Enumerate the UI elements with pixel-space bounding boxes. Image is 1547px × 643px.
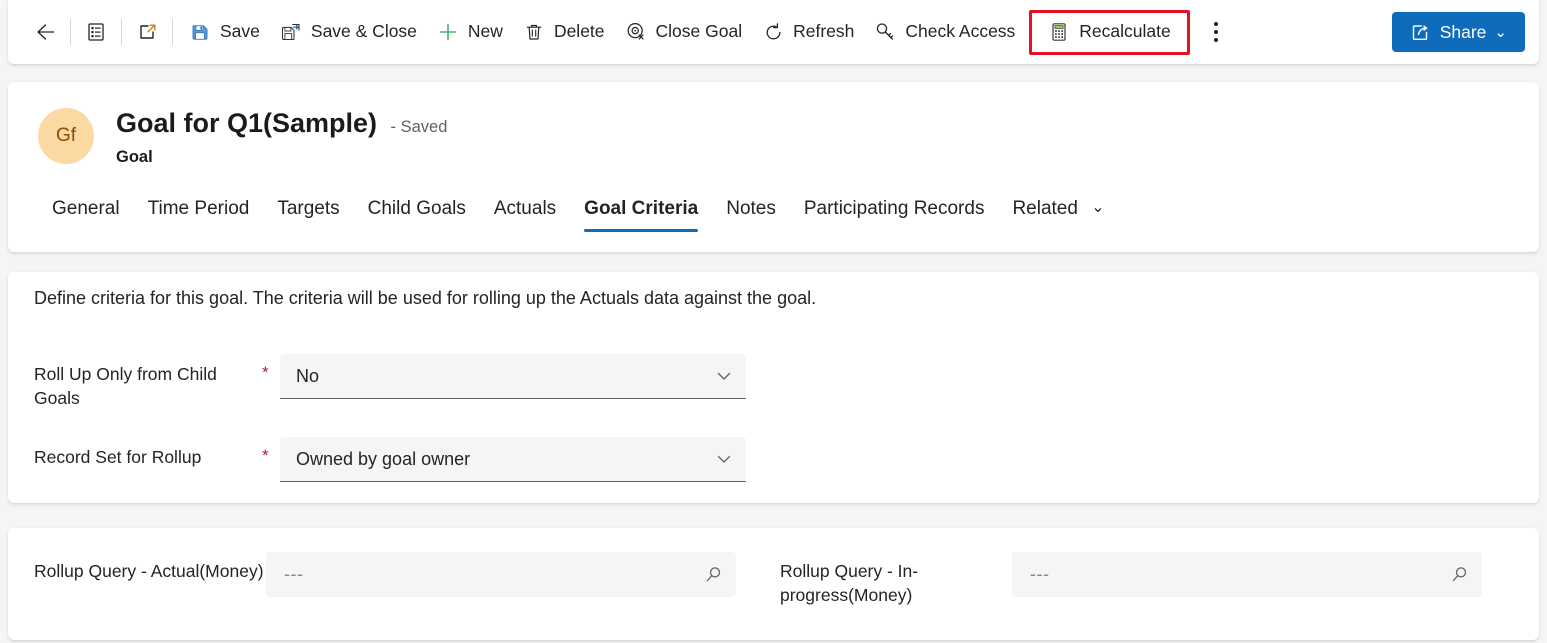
check-access-button-label: Check Access (905, 21, 1016, 42)
tab-label: Time Period (147, 198, 250, 219)
record-title-block: Goal for Q1(Sample) - Saved Goal (116, 108, 447, 167)
record-set-dropdown[interactable]: Owned by goal owner (280, 437, 746, 482)
tab-label: Actuals (493, 198, 557, 219)
toolbar-separator (121, 19, 122, 45)
tab-related[interactable]: Related ⌄ (998, 194, 1118, 232)
back-arrow-icon (34, 21, 56, 43)
key-icon (874, 21, 896, 43)
refresh-button-label: Refresh (793, 21, 855, 42)
lookup-value: --- (1030, 564, 1050, 584)
form-selector-button[interactable] (77, 12, 115, 52)
dropdown-value: Owned by goal owner (296, 448, 471, 469)
save-and-close-button[interactable]: Save & Close (270, 12, 427, 52)
field-label: Rollup Query - In-progress(Money) (780, 561, 919, 605)
delete-button[interactable]: Delete (513, 12, 615, 52)
app-page: Save Save & Close New Delete Close Goal … (0, 0, 1547, 643)
back-button[interactable] (26, 12, 64, 52)
save-button[interactable]: Save (179, 12, 270, 52)
field-roll-up-only-from-child-goals: Roll Up Only from Child Goals * No (34, 354, 746, 410)
refresh-icon (762, 21, 784, 43)
tab-label: Child Goals (367, 198, 466, 219)
popout-button[interactable] (128, 12, 166, 52)
record-header: Gf Goal for Q1(Sample) - Saved Goal (8, 82, 1539, 167)
field-rollup-query-actual: Rollup Query - Actual(Money) --- (34, 552, 736, 597)
entity-name-label: Goal (116, 147, 153, 166)
save-and-close-icon (280, 21, 302, 43)
field-rollup-query-in-progress: Rollup Query - In-progress(Money) --- (780, 552, 1482, 607)
plus-icon (437, 21, 459, 43)
tab-label: Notes (726, 198, 776, 219)
chevron-down-icon (714, 366, 734, 386)
field-label: Rollup Query - Actual(Money) (34, 561, 264, 581)
form-tab-list: General Time Period Targets Child Goals … (38, 194, 1119, 232)
save-icon (189, 21, 211, 43)
popout-icon (136, 21, 158, 43)
chevron-down-icon: ⌄ (1494, 23, 1507, 41)
tab-participating-records[interactable]: Participating Records (790, 194, 999, 232)
share-button[interactable]: Share ⌄ (1391, 12, 1525, 52)
rollup-query-section: Rollup Query - Actual(Money) --- Rollup … (8, 528, 1539, 640)
page-title: Goal for Q1(Sample) (116, 108, 378, 138)
toolbar-separator (70, 19, 71, 45)
chevron-down-icon: ⌄ (1091, 199, 1105, 216)
tab-notes[interactable]: Notes (712, 194, 790, 232)
required-indicator: * (262, 363, 269, 382)
tab-label: Related (1012, 198, 1078, 219)
tab-actuals[interactable]: Actuals (480, 194, 570, 232)
goal-criteria-section: Define criteria for this goal. The crite… (8, 272, 1539, 503)
tab-label: Participating Records (803, 198, 985, 219)
tab-targets[interactable]: Targets (263, 194, 353, 232)
form-list-icon (85, 21, 107, 43)
recalculate-button[interactable]: Recalculate (1029, 9, 1190, 55)
field-record-set-for-rollup: Record Set for Rollup * Owned by goal ow… (34, 437, 746, 482)
more-commands-button[interactable] (1200, 12, 1232, 52)
close-goal-button[interactable]: Close Goal (615, 12, 753, 52)
tab-goal-criteria[interactable]: Goal Criteria (570, 194, 712, 232)
tab-general[interactable]: General (38, 194, 134, 232)
check-access-button[interactable]: Check Access (864, 12, 1025, 52)
save-status-label: - Saved (390, 118, 448, 136)
field-label: Roll Up Only from Child Goals (34, 364, 217, 408)
close-goal-button-label: Close Goal (655, 21, 743, 42)
tab-label: Goal Criteria (584, 198, 699, 219)
more-vertical-icon (1213, 20, 1218, 44)
share-icon (1410, 21, 1432, 43)
close-goal-icon (625, 21, 647, 43)
tab-label: Targets (277, 198, 340, 219)
avatar: Gf (38, 108, 94, 164)
record-header-card: Gf Goal for Q1(Sample) - Saved Goal Gene… (8, 82, 1539, 252)
save-button-label: Save (220, 21, 260, 42)
tab-child-goals[interactable]: Child Goals (354, 194, 480, 232)
rollup-query-actual-input[interactable]: --- (266, 552, 736, 597)
search-icon[interactable] (703, 564, 724, 585)
lookup-value: --- (284, 564, 304, 584)
toolbar-separator (172, 19, 173, 45)
recalculate-button-label: Recalculate (1079, 21, 1171, 42)
share-button-label: Share (1439, 21, 1487, 42)
field-label: Record Set for Rollup (34, 447, 202, 467)
search-icon[interactable] (1449, 564, 1470, 585)
tab-time-period[interactable]: Time Period (134, 194, 264, 232)
chevron-down-icon (714, 449, 734, 469)
calculator-icon (1048, 21, 1070, 43)
dropdown-value: No (296, 365, 320, 386)
new-button[interactable]: New (427, 12, 513, 52)
trash-icon (523, 21, 545, 43)
command-bar: Save Save & Close New Delete Close Goal … (8, 0, 1539, 64)
new-button-label: New (467, 21, 503, 42)
rollup-query-in-progress-input[interactable]: --- (1012, 552, 1482, 597)
tab-label: General (52, 198, 120, 219)
roll-up-only-dropdown[interactable]: No (280, 354, 746, 399)
criteria-description: Define criteria for this goal. The crite… (34, 288, 817, 308)
title-line: Goal for Q1(Sample) - Saved (116, 108, 448, 139)
delete-button-label: Delete (553, 21, 605, 42)
refresh-button[interactable]: Refresh (752, 12, 864, 52)
required-indicator: * (262, 446, 269, 465)
save-and-close-button-label: Save & Close (310, 21, 417, 42)
